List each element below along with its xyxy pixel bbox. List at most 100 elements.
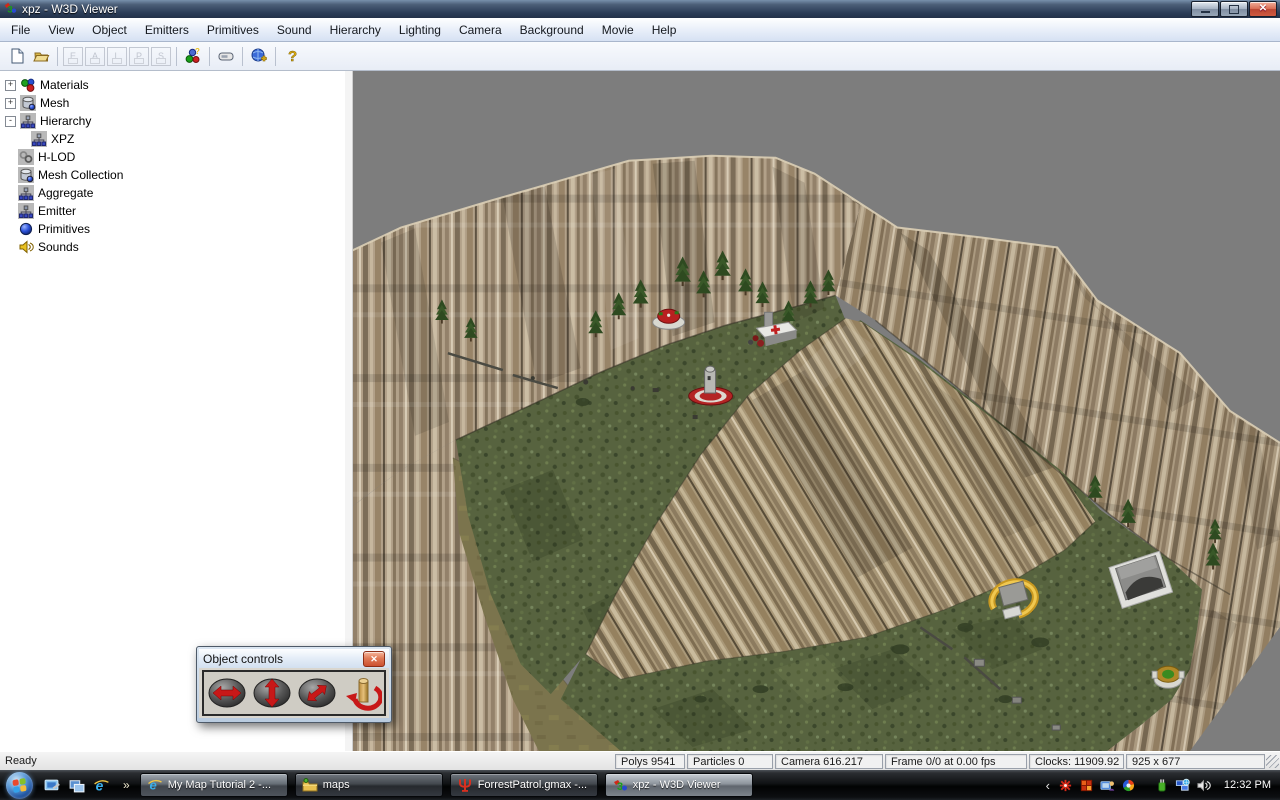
tray-swirl-icon[interactable] — [1121, 777, 1137, 793]
tray-starburst-icon[interactable] — [1058, 777, 1074, 793]
close-button[interactable]: ✕ — [1249, 1, 1277, 17]
speaker-icon — [18, 239, 34, 255]
animation-settings-icon: ? — [184, 47, 202, 65]
start-button[interactable] — [6, 772, 33, 799]
primitive-save-button[interactable]: P — [129, 47, 149, 66]
tray-volume-icon[interactable] — [1196, 777, 1212, 793]
status-clocks: Clocks: 11909.92 — [1029, 754, 1124, 769]
sound-save-button[interactable]: S — [151, 47, 171, 66]
open-file-button[interactable] — [29, 45, 53, 68]
tray-network-icon[interactable] — [1175, 777, 1191, 793]
rotate-y-button[interactable] — [252, 675, 292, 711]
menu-camera[interactable]: Camera — [450, 19, 511, 41]
svg-text:?: ? — [288, 48, 297, 65]
menu-bar: File View Object Emitters Primitives Sou… — [0, 18, 1280, 42]
rotate-x-button[interactable] — [207, 675, 247, 711]
rotate-object-button[interactable] — [342, 675, 382, 711]
tree-item-hierarchy[interactable]: - Hierarchy — [0, 112, 345, 130]
help-button[interactable]: ? — [280, 45, 304, 68]
viewport-3d[interactable] — [353, 71, 1280, 751]
tree-item-xpz[interactable]: XPZ — [0, 130, 345, 148]
toolbar-separator — [176, 47, 177, 66]
svg-text:?: ? — [195, 47, 200, 56]
menu-lighting[interactable]: Lighting — [390, 19, 450, 41]
taskbar-button-label: maps — [323, 779, 350, 791]
mesh-icon — [20, 95, 36, 111]
menu-primitives[interactable]: Primitives — [198, 19, 268, 41]
object-controls-titlebar[interactable]: Object controls ✕ — [199, 649, 389, 668]
tree-item-label: XPZ — [51, 132, 74, 146]
maximize-button[interactable] — [1220, 1, 1248, 17]
object-controls-window[interactable]: Object controls ✕ — [196, 646, 392, 723]
emitter-save-button[interactable]: E — [63, 47, 83, 66]
background-object-button[interactable] — [247, 45, 271, 68]
expander-icon[interactable]: + — [5, 80, 16, 91]
taskbar-button-forrestpatrol[interactable]: ForrestPatrol.gmax -... — [450, 773, 598, 797]
menu-file[interactable]: File — [2, 19, 39, 41]
new-file-button[interactable] — [5, 45, 29, 68]
aggregate-save-button[interactable]: A — [85, 47, 105, 66]
folder-icon — [302, 777, 318, 793]
tree-item-label: Emitter — [38, 204, 76, 218]
lod-save-button[interactable]: L — [107, 47, 127, 66]
tree-item-primitives[interactable]: Primitives — [0, 220, 345, 238]
hlod-icon — [18, 149, 34, 165]
animation-bar-button[interactable] — [214, 45, 238, 68]
tree-item-label: Mesh Collection — [38, 168, 123, 182]
help-icon: ? — [283, 47, 301, 65]
taskbar-button-w3d-viewer[interactable]: 3 xpz - W3D Viewer — [605, 773, 753, 797]
show-desktop-icon[interactable] — [42, 776, 60, 794]
animation-settings-button[interactable]: ? — [181, 45, 205, 68]
svg-text:e: e — [149, 778, 156, 793]
minimize-icon — [1201, 11, 1210, 13]
taskbar-button-my-map-tutorial[interactable]: e My Map Tutorial 2 -... — [140, 773, 288, 797]
menu-sound[interactable]: Sound — [268, 19, 321, 41]
expander-icon[interactable]: - — [5, 116, 16, 127]
sphere-icon — [18, 221, 34, 237]
menu-emitters[interactable]: Emitters — [136, 19, 198, 41]
status-polys: Polys 9541 — [615, 754, 685, 769]
screen: 3 xpz - W3D Viewer ✕ File View Object Em… — [0, 0, 1280, 800]
tree-item-label: H-LOD — [38, 150, 75, 164]
tree-item-mesh[interactable]: + Mesh — [0, 94, 345, 112]
menu-view[interactable]: View — [39, 19, 83, 41]
quick-launch: e » — [42, 776, 136, 794]
menu-background[interactable]: Background — [511, 19, 593, 41]
quick-launch-overflow-chevron[interactable]: » — [123, 778, 130, 792]
minimize-button[interactable] — [1191, 1, 1219, 17]
tree-item-aggregate[interactable]: Aggregate — [0, 184, 345, 202]
tree-item-emitter[interactable]: Emitter — [0, 202, 345, 220]
tree-item-label: Mesh — [40, 96, 69, 110]
gmax-icon — [457, 777, 473, 793]
tree-item-label: Sounds — [38, 240, 79, 254]
window-switcher-icon[interactable] — [67, 776, 85, 794]
title-bar[interactable]: 3 xpz - W3D Viewer ✕ — [0, 0, 1280, 18]
tray-pc-user-icon[interactable] — [1100, 777, 1116, 793]
menu-object[interactable]: Object — [83, 19, 136, 41]
object-controls-close-button[interactable]: ✕ — [363, 651, 385, 667]
new-document-icon — [8, 47, 26, 65]
svg-text:e: e — [95, 777, 103, 793]
w3d-icon: 3 — [612, 777, 628, 793]
menu-hierarchy[interactable]: Hierarchy — [321, 19, 390, 41]
tree-item-sounds[interactable]: Sounds — [0, 238, 345, 256]
tree-item-materials[interactable]: + Materials — [0, 76, 345, 94]
tree-item-hlod[interactable]: H-LOD — [0, 148, 345, 166]
tray-overflow-chevron[interactable]: ‹ — [1046, 778, 1050, 793]
expander-icon[interactable]: + — [5, 98, 16, 109]
internet-explorer-icon[interactable]: e — [92, 776, 110, 794]
rotate-z-button[interactable] — [297, 675, 337, 711]
menu-help[interactable]: Help — [643, 19, 686, 41]
tree-item-mesh-collection[interactable]: Mesh Collection — [0, 166, 345, 184]
menu-movie[interactable]: Movie — [593, 19, 643, 41]
svg-text:3: 3 — [617, 781, 623, 793]
taskbar-button-maps[interactable]: maps — [295, 773, 443, 797]
tray-grid-icon[interactable] — [1079, 777, 1095, 793]
animation-bar-icon — [217, 47, 235, 65]
tray-power-icon[interactable] — [1154, 777, 1170, 793]
hierarchy-icon — [20, 113, 36, 129]
taskbar-clock[interactable]: 12:32 PM — [1224, 779, 1271, 791]
svg-text:3: 3 — [7, 4, 12, 15]
resize-grip[interactable] — [1266, 755, 1279, 768]
terrain-render — [353, 71, 1280, 751]
